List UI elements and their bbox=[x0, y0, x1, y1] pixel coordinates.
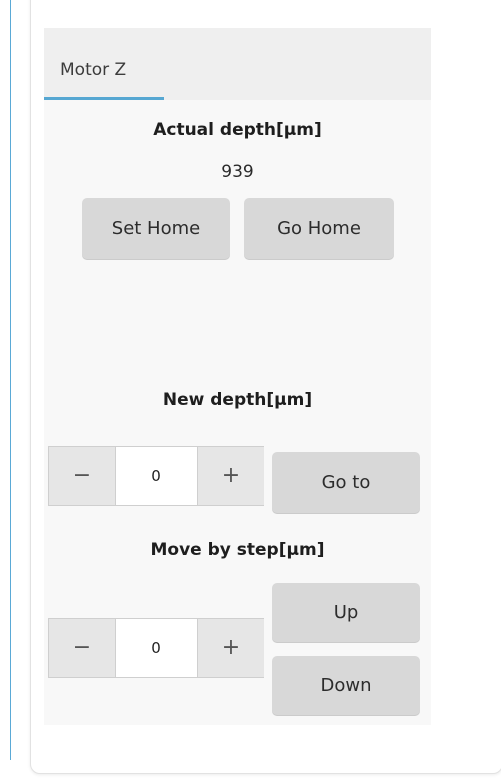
down-button[interactable]: Down bbox=[272, 656, 420, 716]
tab-strip: Motor Z bbox=[44, 28, 431, 100]
move-by-step-heading: Move by step[µm] bbox=[150, 540, 325, 560]
new-depth-increment-button[interactable]: + bbox=[197, 447, 264, 505]
go-home-button[interactable]: Go Home bbox=[244, 198, 394, 260]
go-to-button[interactable]: Go to bbox=[272, 452, 420, 514]
new-depth-decrement-button[interactable]: − bbox=[49, 447, 116, 505]
new-depth-heading: New depth[µm] bbox=[162, 390, 313, 410]
actual-depth-value: 939 bbox=[221, 162, 254, 182]
set-home-button[interactable]: Set Home bbox=[82, 198, 230, 260]
new-depth-stepper: − + bbox=[48, 446, 264, 506]
motor-z-card: Motor Z Actual depth[µm] 939 Set Home Go… bbox=[44, 28, 431, 725]
actual-depth-heading: Actual depth[µm] bbox=[153, 120, 322, 140]
active-tab-indicator bbox=[44, 97, 164, 100]
new-depth-input[interactable] bbox=[116, 447, 196, 505]
step-size-increment-button[interactable]: + bbox=[197, 619, 264, 677]
step-size-stepper: − + bbox=[48, 618, 264, 678]
tab-motor-z-label: Motor Z bbox=[60, 60, 127, 80]
up-button[interactable]: Up bbox=[272, 583, 420, 643]
step-size-input[interactable] bbox=[116, 619, 196, 677]
tab-motor-z[interactable]: Motor Z bbox=[44, 28, 164, 100]
step-size-decrement-button[interactable]: − bbox=[49, 619, 116, 677]
left-border-line bbox=[10, 0, 11, 760]
